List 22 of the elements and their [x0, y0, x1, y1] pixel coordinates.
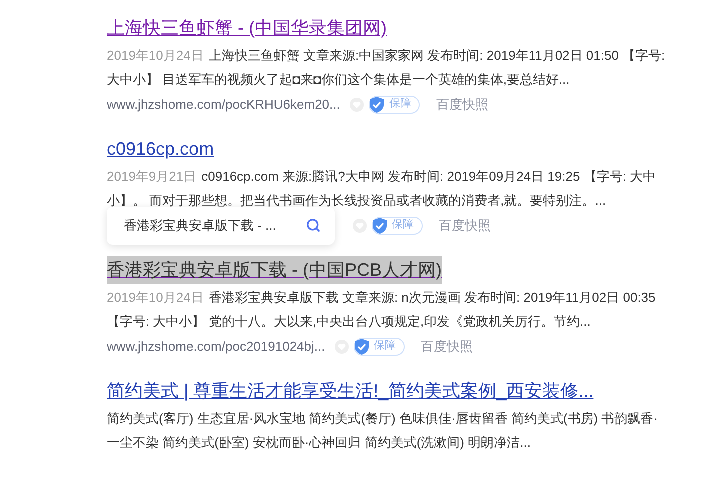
search-suggestion-popup[interactable]: 香港彩宝典安卓版下载 - ...	[107, 206, 335, 244]
result-snippet: 香港彩宝典安卓版下载 文章来源: n次元漫画 发布时间: 2019年11月02日 00:35	[208, 289, 656, 307]
result-title-link[interactable]: c0916cp.com	[107, 135, 214, 163]
snapshot-link[interactable]: 百度快照	[421, 336, 474, 356]
result-snippet: 简约美式(客厅) 生态宜居·风水宝地 简约美式(餐厅) 色味俱佳·唇齿留香 简约美式(书房) 书韵飘香·	[107, 410, 658, 428]
snapshot-link[interactable]: 百度快照	[439, 216, 491, 236]
result-title-link[interactable]: 香港彩宝典安卓版下载 - (中国PCB人才网)	[107, 256, 442, 284]
popup-text: 香港彩宝典安卓版下载 - ...	[124, 216, 276, 235]
result-snippet: 大中小】 目送军车的视频火了起◘来◘你们这个集体是一个英雄的集体,要总结好...	[107, 71, 570, 89]
result-date: 2019年9月21日	[107, 168, 197, 186]
result-snippet: 上海快三鱼虾蟹 文章来源:中国家家网 发布时间: 2019年11月02日 01:50 【字号:	[208, 47, 666, 65]
result-url[interactable]: www.jhzshome.com/pocKRHU6kem20...	[107, 94, 340, 114]
result-snippet: 【字号: 大中小】 党的十八。大以来,中央出台八项规定,印发《党政机关厉行。节约...	[107, 313, 591, 331]
result-snippet: c0916cp.com 来源:腾讯?大申网 发布时间: 2019年09月24日 19:25 【字号: 大中	[202, 168, 656, 186]
search-icon[interactable]	[306, 218, 321, 233]
result-url[interactable]: www.jhzshome.com/poc20191024bj...	[107, 336, 326, 356]
snapshot-link[interactable]: 百度快照	[436, 94, 488, 114]
result-date: 2019年10月24日	[107, 289, 204, 307]
result-snippet: 一尘不染 简约美式(卧室) 安枕而卧·心神回归 简约美式(洗漱间) 明朗净洁...	[107, 434, 531, 452]
result-title-link[interactable]: 上海快三鱼虾蟹 - (中国华录集团网)	[107, 14, 387, 42]
result-date: 2019年10月24日	[107, 47, 204, 65]
result-title-link[interactable]: 简约美式 | 尊重生活才能享受生活!_简约美式案例_西安装修...	[107, 377, 594, 405]
